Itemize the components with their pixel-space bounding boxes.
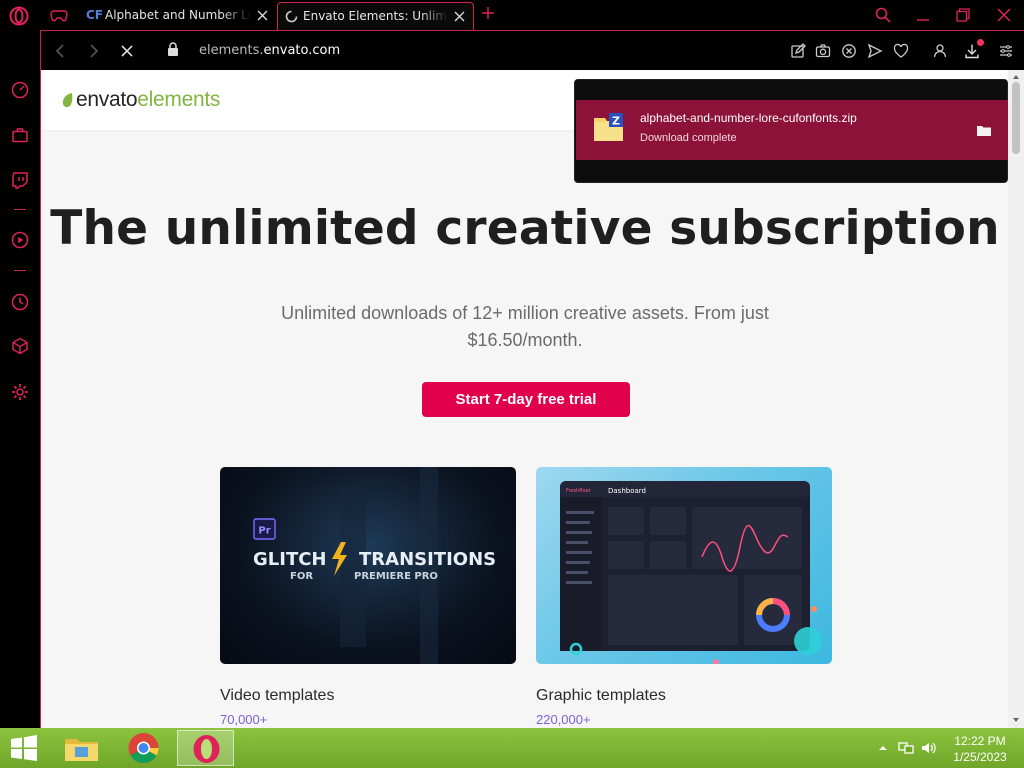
start-free-trial-button[interactable]: Start 7-day free trial — [422, 382, 630, 417]
address-bar: elements.envato.com — [40, 30, 1024, 70]
history-clock-icon[interactable] — [10, 292, 30, 312]
adblock-icon[interactable] — [841, 43, 857, 59]
system-clock[interactable]: 12:22 PM 1/25/2023 — [948, 733, 1012, 765]
chrome-icon[interactable] — [115, 730, 172, 766]
snapshot-edit-icon[interactable] — [790, 43, 806, 59]
open-folder-icon[interactable] — [976, 124, 992, 137]
new-tab-plus-icon[interactable] — [480, 5, 496, 21]
zip-file-icon: Z — [593, 112, 625, 142]
windows-taskbar: 12:22 PM 1/25/2023 — [0, 728, 1024, 768]
heart-icon[interactable] — [893, 43, 909, 59]
lock-icon[interactable] — [167, 42, 179, 57]
download-status: Download complete — [640, 132, 737, 144]
loading-spinner-icon — [285, 10, 298, 23]
hero-subtitle: Unlimited downloads of 12+ million creat… — [281, 303, 769, 350]
url-field[interactable]: elements.envato.com — [199, 43, 340, 58]
download-item[interactable]: Z alphabet-and-number-lore-cufonfonts.zi… — [576, 100, 1008, 160]
download-badge — [977, 39, 984, 46]
tab-title: Alphabet and Number Lore — [105, 8, 251, 22]
speed-dial-icon[interactable] — [10, 80, 30, 100]
account-icon[interactable] — [932, 43, 948, 59]
graphic-templates-title[interactable]: Graphic templates — [536, 687, 666, 705]
thumb-text-glitch: GLITCH — [253, 549, 327, 570]
download-filename: alphabet-and-number-lore-cufonfonts.zip — [640, 111, 857, 125]
opera-taskbar-icon[interactable] — [177, 730, 234, 766]
tab-alphabet-lore[interactable]: CF Alphabet and Number Lore — [80, 2, 276, 30]
scroll-down-arrow-icon[interactable] — [1012, 716, 1020, 724]
thumb-text-transitions: TRANSITIONS — [359, 549, 496, 570]
twitch-icon[interactable] — [10, 170, 30, 190]
opera-menu-icon[interactable] — [9, 6, 29, 26]
windows-start-icon[interactable] — [9, 735, 39, 761]
close-tab-icon[interactable] — [257, 10, 268, 21]
video-templates-count: 70,000+ — [220, 712, 268, 727]
dashboard-heading: Dashboard — [608, 487, 646, 495]
stop-loading-icon[interactable] — [119, 43, 135, 59]
thumb-text-premiere: PREMIERE PRO — [354, 571, 438, 582]
show-hidden-icons-icon[interactable] — [876, 741, 890, 755]
download-popup: Z alphabet-and-number-lore-cufonfonts.zi… — [574, 79, 1008, 183]
scrollbar-thumb[interactable] — [1012, 82, 1020, 154]
premiere-badge: Pr — [258, 526, 270, 537]
briefcase-icon[interactable] — [10, 125, 30, 145]
close-window-icon[interactable] — [996, 7, 1012, 23]
minimize-icon[interactable] — [915, 8, 931, 24]
thumb-text-for: FOR — [290, 571, 313, 582]
graphic-templates-count: 220,000+ — [536, 712, 591, 727]
close-tab-icon[interactable] — [454, 11, 465, 22]
camera-icon[interactable] — [815, 43, 831, 59]
svg-text:Z: Z — [612, 115, 620, 128]
clock-date: 1/25/2023 — [953, 750, 1007, 764]
tab-title: Envato Elements: Unlimited — [303, 9, 449, 23]
tab-envato-elements[interactable]: Envato Elements: Unlimited — [277, 2, 474, 30]
player-icon[interactable] — [10, 230, 30, 250]
search-tabs-icon[interactable] — [875, 7, 891, 23]
sidebar-divider — [14, 209, 26, 210]
sidebar-divider — [14, 270, 26, 271]
tab-bar: CF Alphabet and Number Lore Envato Eleme… — [0, 0, 1024, 30]
graphic-templates-card-image[interactable]: Freshfloat Dashboard — [536, 467, 832, 664]
network-icon[interactable] — [898, 741, 914, 755]
envato-elements-logo[interactable]: envato elements — [61, 88, 220, 112]
video-templates-card-image[interactable]: Pr GLITCH TRANSITIONS FOR PREMIERE PRO — [220, 467, 516, 664]
scroll-up-arrow-icon[interactable] — [1012, 73, 1020, 81]
hero-title: The unlimited creative subscription — [50, 201, 1000, 256]
easy-setup-icon[interactable] — [998, 43, 1014, 59]
gamepad-icon[interactable] — [50, 8, 68, 22]
restore-window-icon[interactable] — [955, 7, 971, 23]
send-arrow-icon[interactable] — [867, 43, 883, 59]
back-arrow-icon[interactable] — [53, 43, 69, 59]
envato-leaf-icon — [61, 92, 75, 108]
settings-gear-icon[interactable] — [10, 382, 30, 402]
logo-word-envato: envato — [76, 88, 138, 111]
dashboard-brand: Freshfloat — [566, 488, 591, 494]
logo-word-elements: elements — [137, 88, 221, 111]
cufonfonts-favicon: CF — [86, 8, 104, 22]
url-domain: envato.com — [263, 43, 341, 58]
url-prefix: elements. — [199, 43, 264, 58]
forward-arrow-icon[interactable] — [85, 43, 101, 59]
video-templates-title[interactable]: Video templates — [220, 687, 334, 705]
clock-time: 12:22 PM — [954, 734, 1006, 748]
file-explorer-icon[interactable] — [53, 730, 110, 766]
extensions-cube-icon[interactable] — [10, 336, 30, 356]
volume-icon[interactable] — [921, 741, 936, 755]
opera-sidebar: ••• — [0, 30, 41, 743]
page-scrollbar[interactable] — [1008, 70, 1024, 728]
